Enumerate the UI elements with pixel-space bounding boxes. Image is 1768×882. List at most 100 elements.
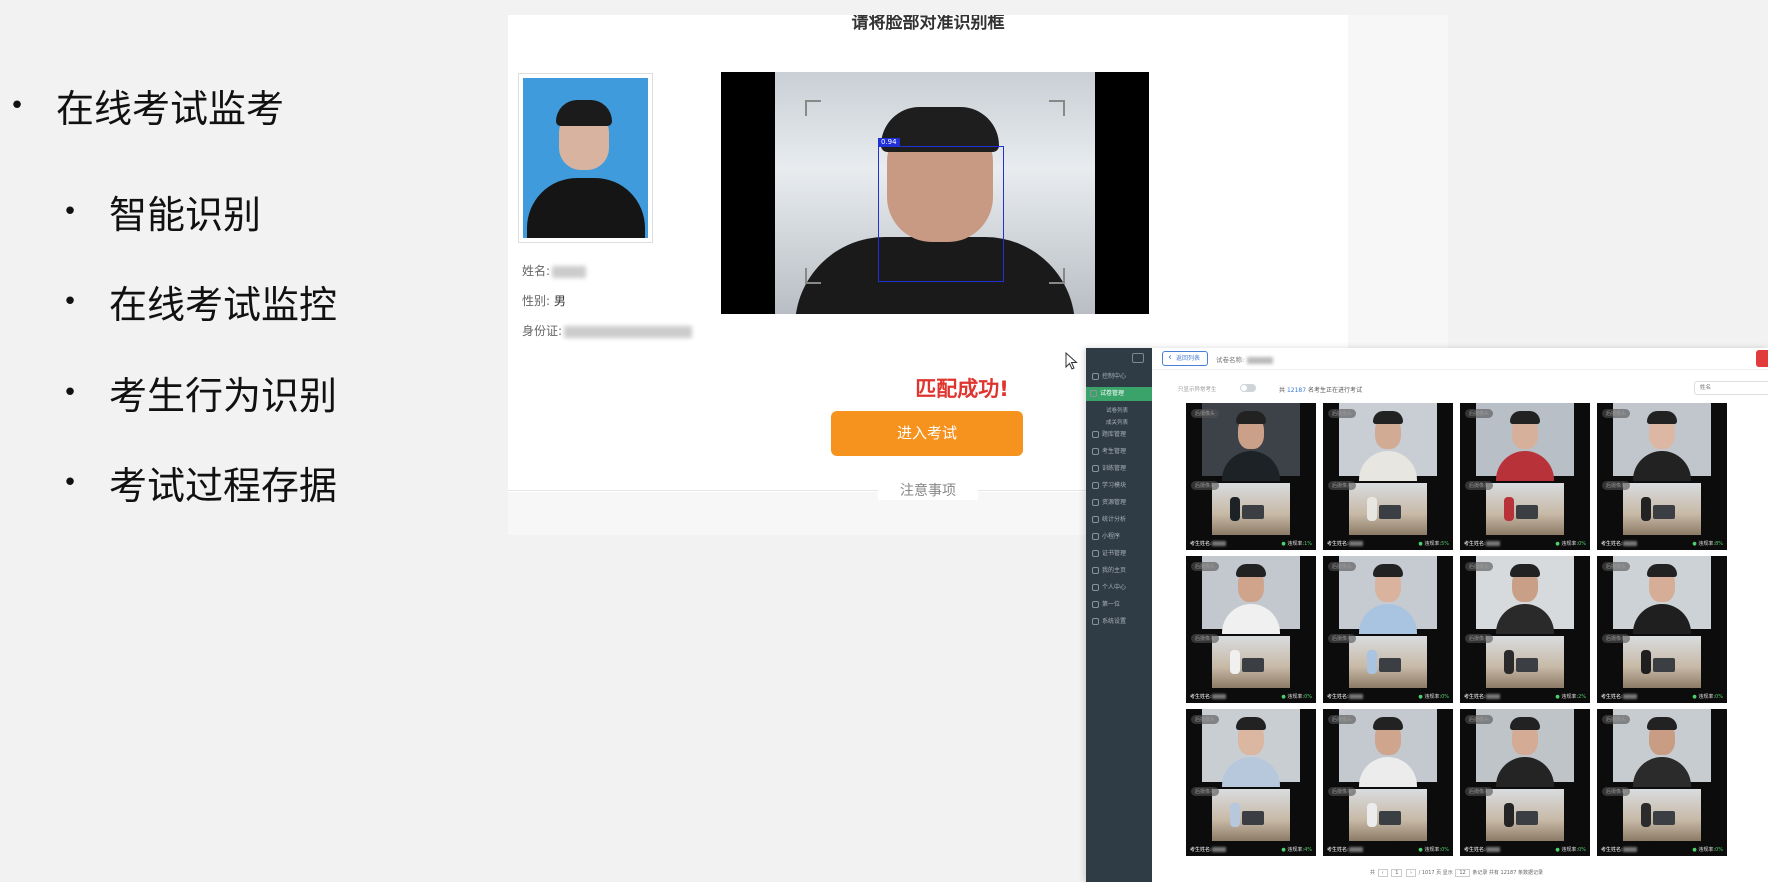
abnormal-filter-toggle[interactable] <box>1240 384 1256 392</box>
rear-camera-label: 后摄像头 <box>1465 787 1494 796</box>
pager-next-button[interactable]: › <box>1405 869 1416 877</box>
rear-camera-label: 后摄像头 <box>1191 481 1220 490</box>
violation-rate-value: 0% <box>1441 847 1449 853</box>
sidebar-item[interactable]: 我的主页 <box>1088 564 1150 578</box>
sidebar-item[interactable]: 学习模块 <box>1088 479 1150 493</box>
sidebar-item[interactable]: 训练管理 <box>1088 462 1150 476</box>
candidate-tile[interactable]: 后摄像头 后摄像头 考生姓名: ● 违规率:0% <box>1460 403 1590 550</box>
candidate-hair <box>1647 564 1677 577</box>
id-card-value-redacted <box>564 325 693 338</box>
candidate-seated <box>1230 803 1240 827</box>
tile-footer: 考生姓名: ● 违规率:0% <box>1186 692 1316 703</box>
bullet-item: • 在线考试监控 <box>55 274 337 329</box>
bullet-item-text: 考生行为识别 <box>109 374 338 418</box>
violation-rate: ● 违规率:0% <box>1555 845 1586 856</box>
sidebar-item-icon <box>1092 533 1099 540</box>
front-camera-label: 后摄像头 <box>1328 409 1357 418</box>
notice-link[interactable]: 注意事项 <box>878 480 978 500</box>
candidate-tile[interactable]: 后摄像头 后摄像头 考生姓名: ● 违规率:0% <box>1323 556 1453 703</box>
dashboard-topbar: 返回列表 试卷名称: <box>1152 348 1768 370</box>
candidate-name-label: 考生姓名: <box>1464 694 1486 700</box>
pager-prefix: 共 <box>1370 870 1376 876</box>
bullet-item: • 考试过程存据 <box>55 455 337 510</box>
enter-exam-button[interactable]: 进入考试 <box>831 411 1023 456</box>
front-camera-label: 后摄像头 <box>1465 715 1494 724</box>
candidate-tile[interactable]: 后摄像头 后摄像头 考生姓名: ● 违规率:0% <box>1597 556 1727 703</box>
candidate-tile[interactable]: 后摄像头 后摄像头 考生姓名: ● 违规率:4% <box>1186 709 1316 856</box>
violation-rate-label: 违规率: <box>1561 847 1579 853</box>
candidate-name-label: 考生姓名: <box>1327 541 1349 547</box>
violation-rate-label: 违规率: <box>1287 541 1305 547</box>
online-count-prefix: 共 <box>1279 387 1286 394</box>
sidebar-item[interactable]: 资源管理 <box>1088 496 1150 510</box>
sidebar-item[interactable]: 系统设置 <box>1088 615 1150 629</box>
candidate-tile[interactable]: 后摄像头 后摄像头 考生姓名: ● 违规率:5% <box>1323 403 1453 550</box>
sidebar-item-label: 个人中心 <box>1102 584 1127 591</box>
candidate-tile[interactable]: 后摄像头 后摄像头 考生姓名: ● 违规率:0% <box>1597 709 1727 856</box>
sidebar-item[interactable]: 第一位 <box>1088 598 1150 612</box>
violation-rate-value: 0% <box>1578 541 1586 547</box>
search-input[interactable] <box>1694 381 1768 395</box>
sidebar-item[interactable]: 证书管理 <box>1088 547 1150 561</box>
violation-rate-value: 2% <box>1578 694 1586 700</box>
sidebar-item-icon <box>1092 373 1099 380</box>
candidate-tile[interactable]: 后摄像头 后摄像头 考生姓名: ● 违规率:8% <box>1597 403 1727 550</box>
violation-rate: ● 违规率:5% <box>1418 539 1449 550</box>
candidate-seated <box>1230 650 1240 674</box>
front-camera-label: 后摄像头 <box>1328 562 1357 571</box>
sidebar-item[interactable]: 题库管理 <box>1088 428 1150 442</box>
candidate-name-label: 考生姓名: <box>1190 541 1212 547</box>
sidebar-item[interactable]: 小程序 <box>1088 530 1150 544</box>
sidebar-item[interactable]: 统计分析 <box>1088 513 1150 527</box>
sidebar-item[interactable]: 考生管理 <box>1088 445 1150 459</box>
tile-footer: 考生姓名: ● 违规率:2% <box>1460 692 1590 703</box>
candidate-hair <box>1373 717 1403 730</box>
violation-rate-label: 违规率: <box>1561 694 1579 700</box>
candidate-name-redacted <box>1348 541 1363 546</box>
candidate-name-label: 考生姓名: <box>1190 694 1212 700</box>
violation-rate-label: 违规率: <box>1287 847 1305 853</box>
sidebar-item-label: 我的主页 <box>1102 567 1127 574</box>
sidebar-item-label: 学习模块 <box>1102 482 1127 489</box>
violation-rate-label: 违规率: <box>1424 847 1442 853</box>
id-photo-hair <box>556 100 612 126</box>
sidebar-collapse-icon[interactable] <box>1132 353 1144 363</box>
candidate-tile[interactable]: 后摄像头 后摄像头 考生姓名: ● 违规率:0% <box>1460 709 1590 856</box>
pager-current-page[interactable]: 1 <box>1391 869 1403 877</box>
candidate-name-redacted <box>1622 694 1637 699</box>
violation-rate-value: 0% <box>1715 694 1723 700</box>
candidate-tile[interactable]: 后摄像头 后摄像头 考生姓名: ● 违规率:0% <box>1323 709 1453 856</box>
violation-rate: ● 违规率:8% <box>1692 539 1723 550</box>
pager-size-select[interactable]: 12 <box>1455 869 1470 877</box>
tile-footer: 考生姓名: ● 违规率:0% <box>1597 692 1727 703</box>
paper-name-redacted <box>1247 356 1274 364</box>
bullet-dot: • <box>62 467 78 498</box>
sidebar-item[interactable]: 个人中心 <box>1088 581 1150 595</box>
sidebar-item[interactable]: 试卷管理 <box>1086 387 1152 401</box>
face-score-tag: 0.94 <box>878 138 900 147</box>
rear-camera-label: 后摄像头 <box>1328 634 1357 643</box>
rear-camera-feed <box>1623 483 1701 535</box>
candidate-hair <box>1236 564 1266 577</box>
candidate-name-label: 考生姓名: <box>1601 847 1623 853</box>
back-to-list-button[interactable]: 返回列表 <box>1162 351 1208 366</box>
candidate-tile[interactable]: 后摄像头 后摄像头 考生姓名: ● 违规率:1% <box>1186 403 1316 550</box>
online-count-suffix: 名考生正在进行考试 <box>1307 387 1362 394</box>
laptop-icon <box>1516 658 1538 672</box>
candidate-tile[interactable]: 后摄像头 后摄像头 考生姓名: ● 违规率:0% <box>1186 556 1316 703</box>
bullet-item: • 考生行为识别 <box>55 365 337 420</box>
guide-corner-icon <box>805 100 821 116</box>
candidate-tile[interactable]: 后摄像头 后摄像头 考生姓名: ● 违规率:2% <box>1460 556 1590 703</box>
sidebar-item[interactable]: 控制中心 <box>1088 370 1150 384</box>
close-exam-button[interactable] <box>1756 350 1768 367</box>
name-row: 姓名: <box>522 262 587 279</box>
violation-rate-value: 1% <box>1304 541 1312 547</box>
id-photo-body <box>527 178 645 238</box>
violation-rate-label: 违规率: <box>1698 694 1716 700</box>
tile-footer: 考生姓名: ● 违规率:5% <box>1323 539 1453 550</box>
pager-prev-button[interactable]: ‹ <box>1377 869 1388 877</box>
violation-rate: ● 违规率:0% <box>1418 692 1449 703</box>
front-camera-label: 后摄像头 <box>1602 562 1631 571</box>
mouse-cursor-icon <box>1065 352 1078 370</box>
online-count-number: 12187 <box>1286 387 1307 394</box>
